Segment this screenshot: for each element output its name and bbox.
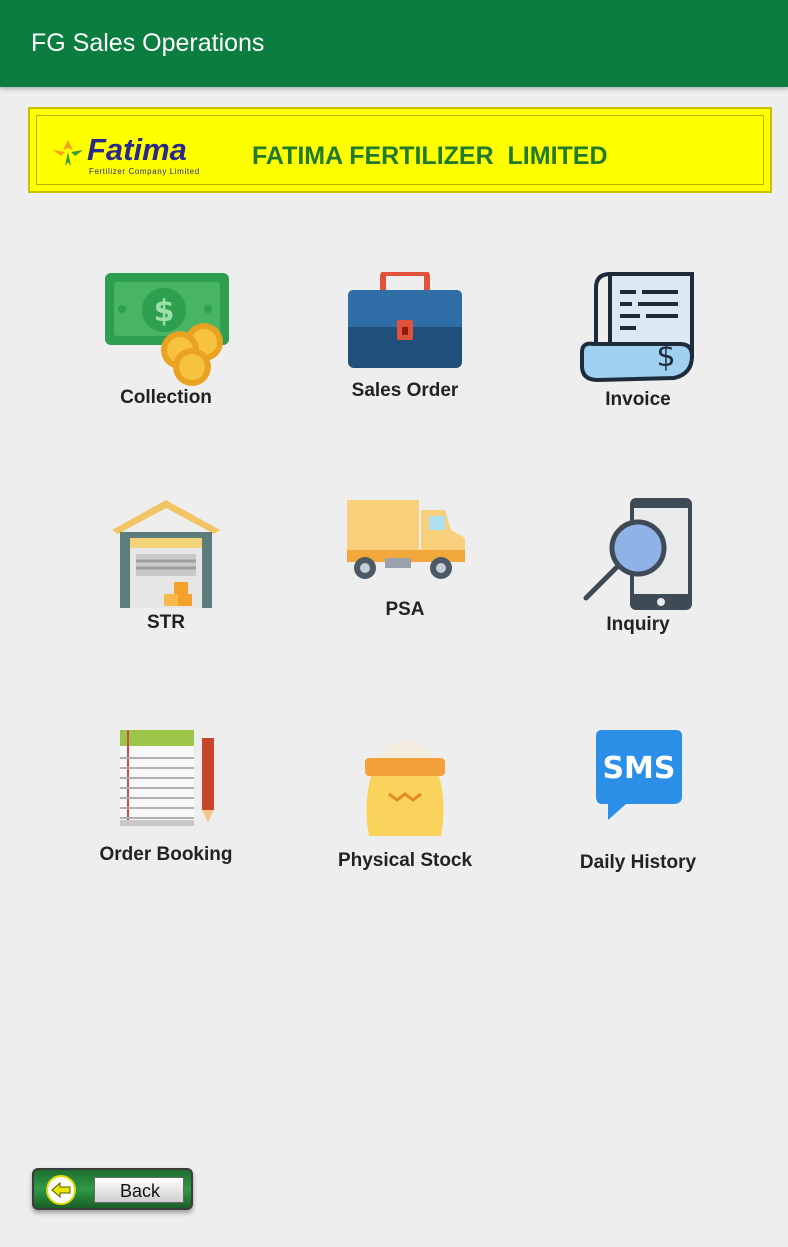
briefcase-icon [348,272,462,368]
company-logo: Fatima Fertilizer Company Limited [51,132,221,180]
svg-text:$: $ [154,294,175,329]
back-button[interactable]: Back [32,1168,193,1210]
truck-icon [347,500,465,579]
menu-label: Collection [120,387,212,408]
menu-label: PSA [385,599,425,620]
app-title: FG Sales Operations [31,29,265,57]
app-bar: FG Sales Operations [0,0,788,87]
menu-sales-order[interactable]: Sales Order [305,262,505,432]
menu-label: Physical Stock [337,850,473,871]
receipt-icon: $ [580,272,695,383]
phone-search-icon [583,498,692,610]
banner-frame: Fatima Fertilizer Company Limited FATIMA… [36,115,764,185]
menu-label: Invoice [605,389,671,410]
company-banner: Fatima Fertilizer Company Limited FATIMA… [28,107,772,193]
menu-collection[interactable]: $ Collection [66,262,266,432]
money-coins-icon: $ [105,273,229,386]
svg-text:$: $ [656,339,675,374]
menu-label: Order Booking [99,844,233,865]
sms-icon: SMS [596,730,682,820]
back-arrow-icon [46,1175,76,1205]
menu-label: Daily History [579,852,697,873]
menu-inquiry[interactable]: Inquiry [538,488,738,658]
warehouse-icon [112,500,220,608]
menu-label: Inquiry [606,614,670,635]
menu-label: Sales Order [351,380,459,401]
menu-physical-stock[interactable]: Physical Stock [305,720,505,890]
menu-daily-history[interactable]: SMS Daily History [538,720,738,890]
menu-order-booking[interactable]: Order Booking [66,720,266,890]
sack-icon [365,740,445,836]
notebook-pencil-icon [120,730,214,826]
menu-invoice[interactable]: $ Invoice [538,262,738,432]
logo-leaf-icon [53,140,83,166]
back-label: Back [119,1181,161,1201]
logo-subtext: Fertilizer Company Limited [89,167,200,176]
menu-str[interactable]: STR [66,488,266,658]
svg-text:SMS: SMS [602,751,675,786]
back-label-box: Back [94,1177,184,1203]
logo-wordmark: Fatima [87,132,187,167]
company-name: FATIMA FERTILIZER LIMITED [252,142,608,170]
menu-label: STR [147,612,185,633]
menu-psa[interactable]: PSA [305,488,505,658]
